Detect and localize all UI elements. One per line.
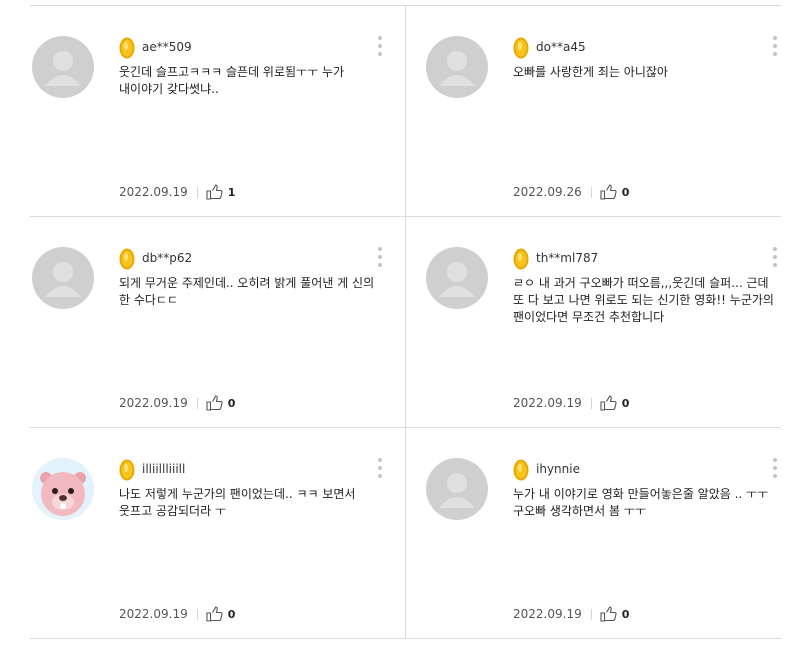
- avatar[interactable]: [32, 458, 94, 520]
- comment-text: 오빠를 사랑한게 죄는 아니잖아: [513, 65, 668, 79]
- comment-text: 누가 내 이야기로 영화 만들어놓은줄 알았음 .. ㅜㅜ 구오빠 생각하면서 …: [513, 487, 769, 518]
- thumbs-up-icon: [206, 395, 223, 411]
- comment-text: 웃긴데 슬프고ㅋㅋㅋ 슬픈데 위로됨ㅜㅜ 누가 내이야기 갖다썻냐..: [119, 65, 345, 96]
- comment-card: ae**509 웃긴데 슬프고ㅋㅋㅋ 슬픈데 위로됨ㅜㅜ 누가 내이야기 갖다썻…: [30, 6, 406, 216]
- gold-coin-badge-icon: [513, 248, 529, 270]
- divider: [590, 397, 592, 409]
- comment-row: ae**509 웃긴데 슬프고ㅋㅋㅋ 슬픈데 위로됨ㅜㅜ 누가 내이야기 갖다썻…: [30, 6, 781, 217]
- more-vertical-icon[interactable]: [375, 458, 385, 482]
- divider: [196, 608, 198, 620]
- thumbs-up-icon: [600, 395, 617, 411]
- like-count: 1: [227, 185, 236, 199]
- like-button[interactable]: 1: [206, 184, 236, 200]
- like-button[interactable]: 0: [600, 395, 630, 411]
- nickname: db**p62: [142, 251, 193, 265]
- comment-meta: 2022.09.19 0: [119, 604, 235, 624]
- like-count: 0: [621, 607, 630, 621]
- comment-card: do**a45 오빠를 사랑한게 죄는 아니잖아 2022.09.26 0: [406, 6, 781, 216]
- more-vertical-icon[interactable]: [375, 36, 385, 60]
- comment-date: 2022.09.19: [119, 185, 188, 199]
- more-vertical-icon[interactable]: [770, 247, 780, 271]
- comment-card: illiillliiill 나도 저렇게 누군가의 팬이었는데.. ㅋㅋ 보면서…: [30, 428, 406, 638]
- comment-card: db**p62 되게 무거운 주제인데.. 오히려 밝게 풀어낸 게 신의 한 …: [30, 217, 406, 427]
- divider: [196, 186, 198, 198]
- avatar[interactable]: [426, 458, 488, 520]
- avatar[interactable]: [32, 247, 94, 309]
- more-vertical-icon[interactable]: [375, 247, 385, 271]
- gold-coin-badge-icon: [513, 459, 529, 481]
- avatar[interactable]: [32, 36, 94, 98]
- divider: [590, 186, 592, 198]
- like-button[interactable]: 0: [206, 395, 236, 411]
- like-count: 0: [621, 396, 630, 410]
- nickname: illiillliiill: [142, 462, 186, 476]
- divider: [196, 397, 198, 409]
- gold-coin-badge-icon: [119, 248, 135, 270]
- nickname: do**a45: [536, 40, 586, 54]
- thumbs-up-icon: [600, 184, 617, 200]
- gold-coin-badge-icon: [513, 37, 529, 59]
- more-vertical-icon[interactable]: [770, 36, 780, 60]
- comment-text: 되게 무거운 주제인데.. 오히려 밝게 풀어낸 게 신의 한 수다ㄷㄷ: [119, 276, 375, 307]
- comment-date: 2022.09.26: [513, 185, 582, 199]
- comment-meta: 2022.09.19 0: [513, 393, 629, 413]
- comment-meta: 2022.09.19 0: [513, 604, 629, 624]
- comment-date: 2022.09.19: [119, 607, 188, 621]
- nickname: ae**509: [142, 40, 192, 54]
- thumbs-up-icon: [206, 606, 223, 622]
- thumbs-up-icon: [206, 184, 223, 200]
- more-vertical-icon[interactable]: [770, 458, 780, 482]
- comment-row: illiillliiill 나도 저렇게 누군가의 팬이었는데.. ㅋㅋ 보면서…: [30, 428, 781, 639]
- gold-coin-badge-icon: [119, 459, 135, 481]
- divider: [590, 608, 592, 620]
- comment-date: 2022.09.19: [513, 396, 582, 410]
- like-count: 0: [227, 607, 236, 621]
- comment-meta: 2022.09.19 1: [119, 182, 235, 202]
- comment-date: 2022.09.19: [513, 607, 582, 621]
- avatar[interactable]: [426, 247, 488, 309]
- like-button[interactable]: 0: [206, 606, 236, 622]
- like-button[interactable]: 0: [600, 606, 630, 622]
- avatar[interactable]: [426, 36, 488, 98]
- comment-card: th**ml787 ㄹㅇ 내 과거 구오빠가 떠오름,,,웃긴데 슬퍼... 근…: [406, 217, 781, 427]
- nickname: ihynnie: [536, 462, 580, 476]
- like-count: 0: [621, 185, 630, 199]
- comment-text: 나도 저렇게 누군가의 팬이었는데.. ㅋㅋ 보면서 웃프고 공감되더라 ㅜ: [119, 487, 356, 518]
- comment-grid: ae**509 웃긴데 슬프고ㅋㅋㅋ 슬픈데 위로됨ㅜㅜ 누가 내이야기 갖다썻…: [30, 5, 781, 639]
- comment-meta: 2022.09.26 0: [513, 182, 629, 202]
- comment-text: ㄹㅇ 내 과거 구오빠가 떠오름,,,웃긴데 슬퍼... 근데 또 다 보고 나…: [513, 276, 774, 324]
- like-button[interactable]: 0: [600, 184, 630, 200]
- gold-coin-badge-icon: [119, 37, 135, 59]
- like-count: 0: [227, 396, 236, 410]
- comment-date: 2022.09.19: [119, 396, 188, 410]
- nickname: th**ml787: [536, 251, 599, 265]
- comment-card: ihynnie 누가 내 이야기로 영화 만들어놓은줄 알았음 .. ㅜㅜ 구오…: [406, 428, 781, 638]
- beaver-character-avatar: [32, 458, 94, 520]
- comment-meta: 2022.09.19 0: [119, 393, 235, 413]
- comment-row: db**p62 되게 무거운 주제인데.. 오히려 밝게 풀어낸 게 신의 한 …: [30, 217, 781, 428]
- thumbs-up-icon: [600, 606, 617, 622]
